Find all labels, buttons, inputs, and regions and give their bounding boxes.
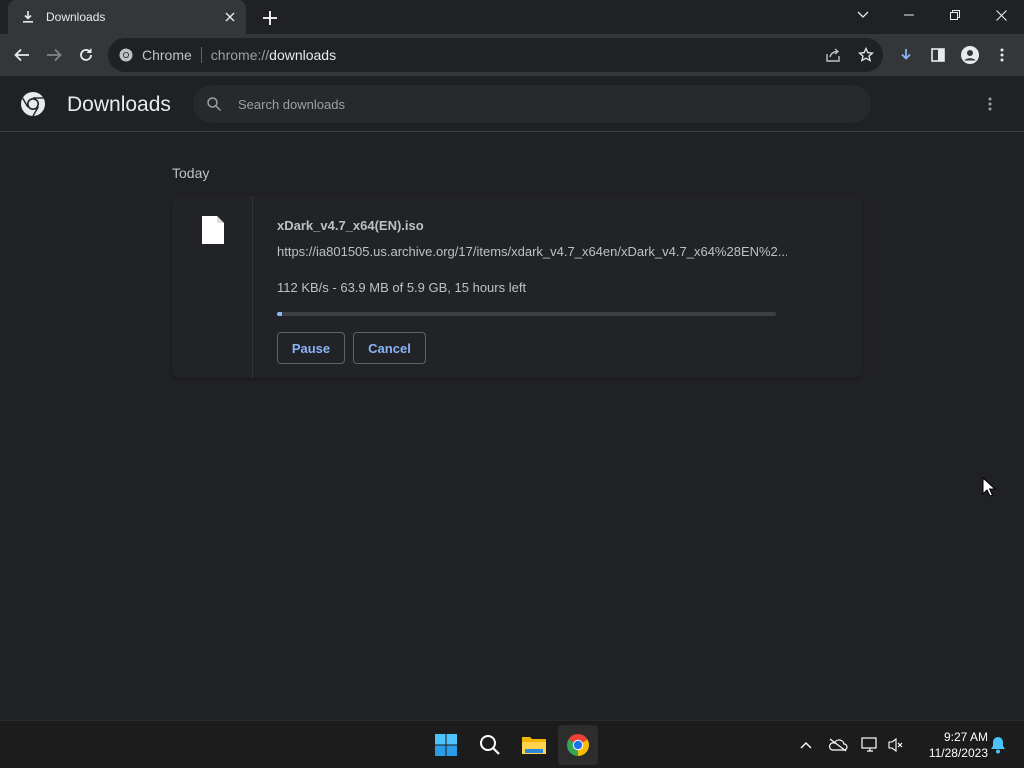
- clock-time: 9:27 AM: [943, 730, 988, 744]
- onedrive-offline-icon[interactable]: [826, 733, 850, 757]
- windows-taskbar: 9:27 AM 11/28/2023: [0, 720, 1024, 768]
- taskbar-search-icon[interactable]: [470, 725, 510, 765]
- pause-button[interactable]: Pause: [277, 332, 345, 364]
- chrome-taskbar-icon[interactable]: [558, 725, 598, 765]
- omnibox-divider: [200, 47, 202, 63]
- address-bar[interactable]: Chrome chrome://downloads: [108, 38, 883, 72]
- file-icon: [202, 216, 224, 244]
- tab-search-chevron-icon[interactable]: [840, 0, 886, 30]
- page-title: Downloads: [67, 93, 171, 116]
- back-icon[interactable]: [6, 39, 38, 71]
- system-clock[interactable]: 9:27 AM 11/28/2023: [912, 729, 988, 761]
- side-panel-icon[interactable]: [922, 39, 954, 71]
- search-icon: [206, 96, 222, 112]
- minimize-icon[interactable]: [886, 0, 932, 30]
- chrome-logo-icon: [21, 92, 45, 117]
- file-name: xDark_v4.7_x64(EN).iso: [277, 218, 424, 233]
- download-status: 112 KB/s - 63.9 MB of 5.9 GB, 15 hours l…: [277, 280, 527, 295]
- clock-date: 11/28/2023: [928, 746, 988, 760]
- share-icon[interactable]: [821, 43, 845, 67]
- restore-icon[interactable]: [932, 0, 978, 30]
- forward-icon[interactable]: [38, 39, 70, 71]
- search-box[interactable]: [193, 85, 871, 123]
- url-text: chrome://downloads: [211, 47, 336, 63]
- search-input[interactable]: [238, 96, 838, 112]
- file-url-link[interactable]: https://ia801505.us.archive.org/17/items…: [277, 244, 787, 259]
- new-tab-icon[interactable]: [258, 6, 282, 30]
- downloads-header: Downloads: [0, 76, 1024, 132]
- browser-toolbar: Chrome chrome://downloads: [0, 34, 1024, 76]
- tab-downloads[interactable]: Downloads: [8, 0, 246, 34]
- chrome-menu-icon[interactable]: [986, 39, 1018, 71]
- tab-title: Downloads: [46, 10, 106, 24]
- download-progress-fill: [277, 312, 283, 316]
- show-hidden-icons-chevron-icon[interactable]: [794, 733, 818, 757]
- file-explorer-icon[interactable]: [514, 725, 554, 765]
- title-bar: Downloads: [0, 0, 1024, 34]
- download-icon: [20, 9, 36, 25]
- url-host: downloads: [269, 47, 337, 63]
- reload-icon[interactable]: [70, 39, 102, 71]
- notification-bell-icon[interactable]: [986, 733, 1010, 757]
- site-chip: Chrome: [142, 47, 192, 63]
- download-item-card: xDark_v4.7_x64(EN).iso https://ia801505.…: [172, 196, 862, 378]
- bookmark-star-icon[interactable]: [854, 43, 878, 67]
- network-icon[interactable]: [858, 733, 882, 757]
- date-group-label: Today: [172, 165, 210, 181]
- url-prefix: chrome://: [210, 47, 270, 63]
- downloads-menu-icon[interactable]: [978, 92, 1002, 116]
- volume-muted-icon[interactable]: [884, 733, 908, 757]
- file-icon-column: [172, 196, 253, 378]
- mouse-cursor-icon: [982, 477, 996, 497]
- close-window-icon[interactable]: [978, 0, 1024, 30]
- profile-avatar-icon[interactable]: [954, 39, 986, 71]
- windows-start-icon[interactable]: [426, 725, 466, 765]
- chrome-logo-icon: [118, 47, 134, 63]
- download-progress-bar: [277, 312, 776, 316]
- cancel-button[interactable]: Cancel: [353, 332, 426, 364]
- tab-close-icon[interactable]: [220, 7, 240, 27]
- downloads-toolbar-icon[interactable]: [890, 39, 922, 71]
